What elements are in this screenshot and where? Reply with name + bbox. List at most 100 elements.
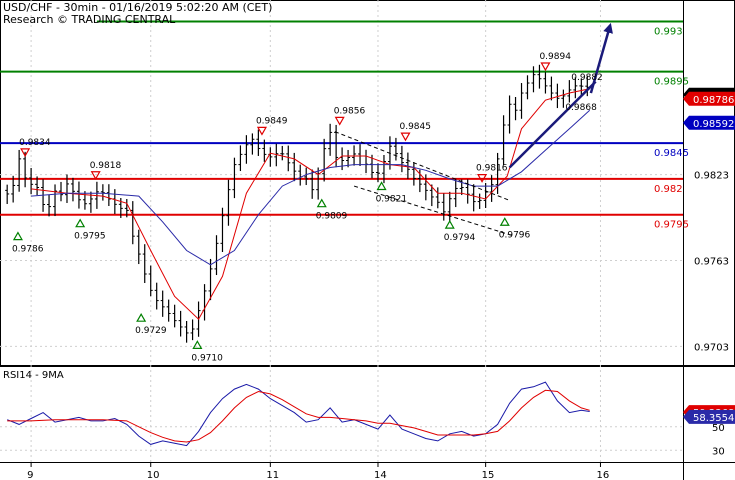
price-bar bbox=[106, 184, 111, 207]
level-label: 0.993 bbox=[654, 26, 683, 37]
price-bar bbox=[47, 194, 52, 217]
price-bar bbox=[304, 167, 309, 186]
peak-label: 0.9816 bbox=[476, 164, 508, 174]
peak-marker bbox=[540, 62, 551, 72]
price-bar bbox=[17, 149, 22, 192]
peak-label: 0.9849 bbox=[256, 116, 288, 126]
price-bar bbox=[142, 244, 147, 284]
trough-label: 0.9710 bbox=[191, 353, 223, 363]
price-bar bbox=[184, 320, 189, 343]
price-bar bbox=[513, 97, 518, 121]
price-tag-label: 0.98592 bbox=[693, 119, 734, 130]
x-tick-label: 14 bbox=[374, 470, 387, 480]
price-bar bbox=[364, 149, 369, 174]
price-bar bbox=[501, 115, 506, 166]
y-tick-label: 0.9763 bbox=[694, 257, 729, 268]
price-bar bbox=[471, 184, 476, 212]
peak-label: 0.9818 bbox=[90, 161, 122, 171]
price-bar bbox=[100, 184, 105, 201]
price-bar bbox=[5, 184, 10, 204]
price-bar bbox=[537, 64, 542, 89]
price-bar bbox=[531, 66, 536, 93]
price-bar bbox=[178, 310, 183, 337]
price-bar bbox=[310, 169, 315, 199]
trough-marker bbox=[136, 312, 147, 322]
peak-label: 0.9856 bbox=[334, 106, 366, 116]
main-panel-frame bbox=[0, 0, 735, 366]
trough-label: 0.9794 bbox=[444, 233, 476, 243]
price-bar bbox=[202, 284, 207, 321]
price-bar bbox=[148, 265, 153, 297]
trough-marker bbox=[444, 219, 455, 229]
rsi-tick-label: 30 bbox=[712, 446, 725, 457]
peak-marker bbox=[90, 171, 101, 180]
price-bar bbox=[166, 299, 171, 322]
price-bar bbox=[226, 179, 231, 226]
price-bar bbox=[160, 290, 165, 317]
rsi-line bbox=[7, 381, 590, 447]
price-bar bbox=[519, 83, 524, 119]
value-label: 0.9868 bbox=[565, 103, 597, 113]
price-tag-label: 0.98786 bbox=[693, 95, 734, 106]
chart-subtitle: Research © TRADING CENTRAL bbox=[3, 13, 176, 26]
level-label: 0.9795 bbox=[654, 220, 689, 231]
price-bar bbox=[238, 145, 243, 172]
price-chart: 9 10 11 14 15 16 0.9823 0.9763 0.9703 0.993 0.9895… bbox=[0, 0, 735, 480]
price-bar bbox=[190, 319, 195, 341]
price-bar bbox=[393, 137, 398, 161]
price-bar bbox=[507, 95, 512, 134]
price-bar bbox=[53, 184, 58, 217]
trough-marker bbox=[316, 198, 327, 208]
price-bar bbox=[483, 182, 488, 209]
price-bar bbox=[70, 177, 75, 202]
trough-marker bbox=[192, 340, 203, 349]
peak-label: 0.9894 bbox=[539, 52, 571, 62]
price-bar bbox=[316, 167, 321, 200]
level-label: 0.9895 bbox=[654, 77, 689, 88]
price-bar bbox=[286, 145, 291, 172]
trendline bbox=[508, 80, 597, 169]
peak-marker bbox=[334, 116, 345, 126]
price-bar bbox=[549, 76, 554, 101]
trough-label: 0.9795 bbox=[74, 232, 106, 242]
peak-label: 0.9834 bbox=[19, 138, 51, 148]
price-bar bbox=[292, 152, 297, 182]
price-bar bbox=[214, 235, 219, 276]
rsi-tick-label: 50 bbox=[712, 423, 725, 434]
price-bar bbox=[244, 135, 249, 164]
trough-label: 0.9786 bbox=[12, 245, 44, 255]
price-bar bbox=[112, 189, 117, 214]
trough-label: 0.9809 bbox=[316, 212, 348, 222]
price-bar bbox=[525, 75, 530, 100]
trough-label: 0.9729 bbox=[135, 326, 167, 336]
price-bar bbox=[268, 147, 273, 167]
trough-label: 0.9796 bbox=[499, 230, 531, 240]
price-bar bbox=[435, 187, 440, 209]
price-bar bbox=[130, 201, 135, 245]
level-label: 0.982 bbox=[654, 184, 683, 195]
price-bar bbox=[23, 151, 28, 188]
trough-marker bbox=[12, 231, 23, 241]
price-bar bbox=[447, 191, 452, 222]
peak-marker bbox=[400, 132, 411, 142]
price-bar bbox=[543, 72, 548, 94]
level-label: 0.9845 bbox=[654, 148, 689, 159]
rsi-title: RSI14 - 9MA bbox=[3, 370, 64, 381]
x-tick-label: 16 bbox=[596, 470, 609, 480]
price-bar bbox=[441, 193, 446, 221]
price-bar bbox=[477, 193, 482, 209]
chart-window: 9 10 11 14 15 16 0.9823 0.9763 0.9703 0.993 0.9895… bbox=[0, 0, 735, 480]
price-bar bbox=[76, 181, 81, 209]
peak-marker bbox=[256, 126, 267, 136]
y-tick-label: 0.9703 bbox=[694, 342, 729, 353]
price-bar bbox=[172, 304, 177, 328]
price-bar bbox=[154, 282, 159, 310]
price-bar bbox=[328, 123, 333, 156]
price-bar bbox=[567, 80, 572, 103]
price-bar bbox=[280, 145, 285, 161]
x-tick-label: 10 bbox=[147, 470, 160, 480]
price-bar bbox=[59, 181, 64, 202]
x-tick-label: 11 bbox=[266, 470, 279, 480]
ma-slow-line bbox=[31, 109, 591, 266]
trough-marker bbox=[376, 181, 387, 191]
